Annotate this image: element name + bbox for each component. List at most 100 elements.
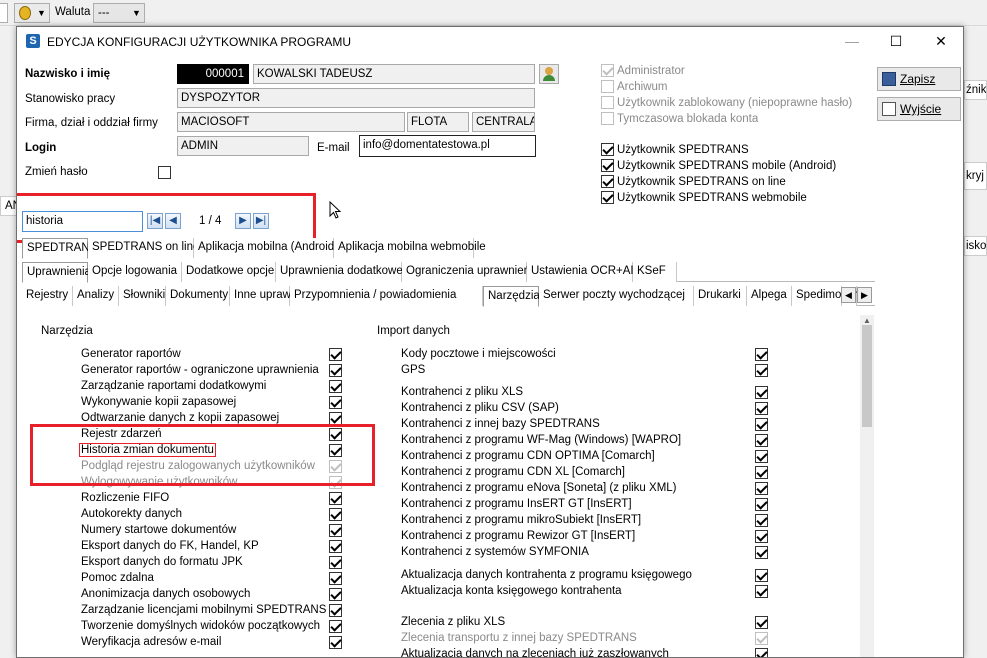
position-field[interactable]: DYSPOZYTOR [177,88,535,108]
list-item[interactable]: Zlecenia z pliku XLS [365,616,785,632]
user-name-field[interactable]: KOWALSKI TADEUSZ [253,64,535,84]
permission-checkbox[interactable] [755,648,768,657]
permission-checkbox[interactable] [755,546,768,559]
list-item[interactable]: Kontrahenci z pliku CSV (SAP) [365,402,785,418]
flag-checkbox[interactable] [601,143,614,156]
tab-settings-6[interactable]: KSeF [633,262,677,282]
permission-checkbox[interactable] [329,492,342,505]
list-item[interactable]: GPS [365,364,785,380]
flag-checkbox[interactable] [601,80,614,93]
tab-category-4[interactable]: Inne uprawnienia [230,286,322,306]
login-field[interactable]: ADMIN [177,136,309,156]
flag-row[interactable]: Tymczasowa blokada konta [601,112,758,125]
email-field[interactable]: info@domentatestowa.pl [359,135,536,157]
permission-checkbox[interactable] [755,616,768,629]
permission-checkbox[interactable] [329,380,342,393]
tab-module-2[interactable]: Aplikacja mobilna (Android) [194,238,338,258]
permission-checkbox[interactable] [755,402,768,415]
permission-checkbox[interactable] [755,386,768,399]
permission-checkbox[interactable] [329,364,342,377]
permission-checkbox[interactable] [329,572,342,585]
tab-module-3[interactable]: Aplikacja mobilna webmobile [334,238,486,258]
list-item[interactable]: Autokorekty danych [25,508,365,524]
list-item[interactable]: Wykonywanie kopii zapasowej [25,396,365,412]
currency-tool-button[interactable]: ▼ [14,3,50,23]
permission-checkbox[interactable] [755,364,768,377]
tab-module-1[interactable]: SPEDTRANS on line [88,238,199,258]
list-item[interactable]: Zarządzanie raportami dodatkowymi [25,380,365,396]
permission-checkbox[interactable] [755,514,768,527]
permission-checkbox[interactable] [755,450,768,463]
tab-category-2[interactable]: Słowniki [119,286,166,306]
list-scrollbar-thumb[interactable] [862,325,872,427]
save-button[interactable]: Zapisz [877,67,961,91]
permission-checkbox[interactable] [329,604,342,617]
list-item[interactable]: Kontrahenci z programu CDN OPTIMA [Comar… [365,450,785,466]
tab-category-5[interactable]: Przypomnienia / powiadomienia [290,286,483,306]
tab-category-3[interactable]: Dokumenty [166,286,230,306]
tab-settings-2[interactable]: Dodatkowe opcje [182,262,276,282]
flag-row[interactable]: Użytkownik SPEDTRANS mobile (Android) [601,159,836,172]
list-item[interactable]: Pomoc zdalna [25,572,365,588]
permission-checkbox[interactable] [755,466,768,479]
list-item[interactable]: Eksport danych do FK, Handel, KP [25,540,365,556]
tab-settings-1[interactable]: Opcje logowania [88,262,182,282]
list-item[interactable]: Numery startowe dokumentów [25,524,365,540]
flag-checkbox[interactable] [601,159,614,172]
permission-checkbox[interactable] [755,418,768,431]
tab-category-10[interactable]: Spedimo [792,286,842,306]
tab-settings-4[interactable]: Ograniczenia uprawnień [402,262,530,282]
tab-settings-0[interactable]: Uprawnienia [22,262,91,283]
department-field[interactable]: FLOTA [407,112,469,132]
list-item[interactable]: Kontrahenci z programu Rewizor GT [InsER… [365,530,785,546]
flag-row[interactable]: Użytkownik zablokowany (niepoprawne hasł… [601,96,852,109]
list-item[interactable]: Aktualizacja danych kontrahenta z progra… [365,569,785,585]
list-item[interactable]: Generator raportów [25,348,365,364]
permission-checkbox[interactable] [755,348,768,361]
tab-category-9[interactable]: Alpega [747,286,792,306]
list-item[interactable]: Aktualizacja danych na zleceniach już za… [365,648,785,657]
permission-checkbox[interactable] [329,620,342,633]
user-picker-button[interactable] [539,64,559,84]
tab-module-0[interactable]: SPEDTRANS [22,238,97,259]
permission-checkbox[interactable] [755,530,768,543]
permission-checkbox[interactable] [329,508,342,521]
list-item[interactable]: Anonimizacja danych osobowych [25,588,365,604]
permission-checkbox[interactable] [329,348,342,361]
flag-checkbox[interactable] [601,64,614,77]
permission-checkbox[interactable] [755,498,768,511]
flag-checkbox[interactable] [601,175,614,188]
tab-scroll-right-button[interactable]: ▶ [857,287,872,303]
flag-row[interactable]: Administrator [601,64,685,77]
currency-select[interactable]: --- ▼ [93,3,145,23]
list-item[interactable]: Kontrahenci z pliku XLS [365,386,785,402]
list-item[interactable]: Zlecenia transportu z innej bazy SPEDTRA… [365,632,785,648]
flag-checkbox[interactable] [601,191,614,204]
tab-category-0[interactable]: Rejestry [22,286,73,306]
tab-scroll-left-button[interactable]: ◀ [841,287,856,303]
list-item[interactable]: Weryfikacja adresów e-mail [25,636,365,652]
tab-category-1[interactable]: Analizy [73,286,119,306]
permission-checkbox[interactable] [755,585,768,598]
list-item[interactable]: Generator raportów - ograniczone uprawni… [25,364,365,380]
company-field[interactable]: MACIOSOFT [177,112,405,132]
list-item[interactable]: Rozliczenie FIFO [25,492,365,508]
flag-row[interactable]: Użytkownik SPEDTRANS on line [601,175,786,188]
permission-checkbox[interactable] [329,588,342,601]
list-item[interactable]: Eksport danych do formatu JPK [25,556,365,572]
list-item[interactable]: Kontrahenci z innej bazy SPEDTRANS [365,418,785,434]
flag-checkbox[interactable] [601,96,614,109]
change-password-checkbox[interactable] [158,166,171,179]
branch-field[interactable]: CENTRALA [472,112,535,132]
tab-settings-5[interactable]: Ustawienia OCR+AI [527,262,634,282]
list-item[interactable]: Kontrahenci z programu eNova [Soneta] (z… [365,482,785,498]
exit-button[interactable]: Wyjście [877,97,961,121]
flag-row[interactable]: Użytkownik SPEDTRANS [601,143,749,156]
list-item[interactable]: Kontrahenci z programu CDN XL [Comarch] [365,466,785,482]
permission-checkbox[interactable] [329,636,342,649]
tab-category-6[interactable]: Narzędzia [483,286,540,307]
list-item[interactable]: Kontrahenci z systemów SYMFONIA [365,546,785,562]
flag-checkbox[interactable] [601,112,614,125]
permission-checkbox[interactable] [329,524,342,537]
close-button[interactable]: ✕ [918,27,963,55]
